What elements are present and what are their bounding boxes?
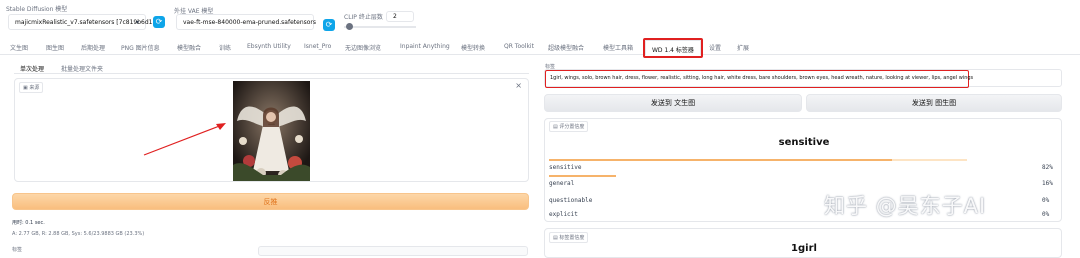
rating-bar-fill (549, 175, 616, 177)
watermark: 知乎 @吴东子AI (824, 194, 987, 218)
clip-slider-handle[interactable] (346, 23, 353, 30)
tab-extensions[interactable]: 扩展 (737, 43, 749, 52)
tags-icon: ▤ (553, 235, 558, 241)
tags-confidence-title: 1girl (791, 243, 817, 254)
send-to-txt2img-button[interactable]: 发送到 文生图 (544, 94, 802, 112)
clip-input[interactable]: 2 (386, 11, 414, 22)
vae-refresh-button[interactable]: ⟳ (323, 19, 335, 31)
tags-output[interactable]: 1girl, wings, solo, brown hair, dress, f… (544, 69, 1062, 88)
sd-model-label: Stable Diffusion 模型 (6, 6, 68, 13)
rating-bar (549, 159, 967, 161)
clip-slider[interactable] (344, 23, 416, 30)
vae-value: vae-ft-mse-840000-ema-pruned.safetensors (183, 19, 317, 26)
rating-pct: 0% (1042, 197, 1050, 204)
time-text: 用时: 0.1 sec. (12, 220, 45, 226)
tab-img2img[interactable]: 图生图 (46, 43, 64, 52)
tab-super-merge[interactable]: 超级模型融合 (548, 43, 584, 52)
vae-select[interactable]: vae-ft-mse-840000-ema-pruned.safetensors (176, 14, 317, 30)
left-subtabs: 单次处理 批量处理文件夹 (14, 62, 529, 74)
memory-text: A: 2.77 GB, R: 2.88 GB, Sys: 5.6/23.9883… (12, 231, 145, 237)
image-icon: ▣ (23, 85, 28, 91)
rating-pct: 82% (1042, 164, 1053, 171)
interrogate-button[interactable]: 反推 (12, 193, 529, 210)
chevron-down-icon: ▾ (135, 19, 139, 26)
rating-name: general (549, 180, 575, 187)
annotation-arrow-icon (143, 123, 226, 156)
tab-model-toolkit[interactable]: 模型工具箱 (603, 43, 633, 52)
tab-extras[interactable]: 后期处理 (81, 43, 105, 52)
source-image-label: ▣ 来源 (19, 82, 44, 93)
tags-confidence-chip: ▤ 标签置信度 (549, 232, 589, 243)
uploaded-image (233, 81, 310, 181)
main-tabs: 文生图 图生图 后期处理 PNG 图片信息 模型融合 训练 Ebsynth Ut… (0, 38, 1080, 58)
tab-qr-toolkit[interactable]: QR Toolkit (504, 43, 534, 50)
tab-txt2img[interactable]: 文生图 (10, 43, 28, 52)
sd-model-select[interactable]: majicmixRealistic_v7.safetensors [7c819b… (8, 14, 159, 30)
send-to-img2img-button[interactable]: 发送到 图生图 (806, 94, 1062, 112)
tags-text: 1girl, wings, solo, brown hair, dress, f… (550, 75, 974, 81)
tab-merge[interactable]: 模型融合 (177, 43, 201, 52)
rating-pct: 16% (1042, 180, 1053, 187)
rating-name: sensitive (549, 164, 582, 171)
tags-confidence-panel: ▤ 标签置信度 1girl (544, 228, 1062, 258)
rating-bar (549, 175, 967, 177)
refresh-icon: ⟳ (325, 20, 333, 29)
tab-ebsynth[interactable]: Ebsynth Utility (247, 43, 291, 50)
refresh-icon: ⟳ (155, 17, 163, 26)
clip-label: CLIP 终止层数 (344, 14, 383, 21)
rating-pct: 0% (1042, 211, 1050, 218)
tab-inpaint-anything[interactable]: Inpaint Anything (400, 43, 450, 50)
clip-value: 2 (393, 13, 397, 20)
subtab-single[interactable]: 单次处理 (20, 64, 44, 73)
rating-name: questionable (549, 197, 593, 204)
tab-image-browser[interactable]: 无边图像浏览 (345, 43, 381, 52)
sd-model-refresh-button[interactable]: ⟳ (153, 16, 165, 28)
rating-icon: ▤ (553, 124, 558, 130)
rating-chip: ▤ 评分置信度 (549, 121, 589, 132)
close-icon[interactable]: × (515, 81, 522, 90)
rating-name: explicit (549, 211, 578, 218)
tab-train[interactable]: 训练 (219, 43, 231, 52)
tab-png-info[interactable]: PNG 图片信息 (121, 43, 160, 52)
rating-bar-fill (549, 159, 892, 161)
tab-wd14-tagger[interactable]: WD 1.4 标签器 (643, 38, 703, 58)
rating-title: sensitive (778, 137, 830, 148)
tab-settings[interactable]: 设置 (709, 43, 721, 52)
tab-isnet[interactable]: Isnet_Pro (304, 43, 331, 50)
source-image-panel[interactable]: ▣ 来源 × (14, 78, 529, 182)
angel-photo (233, 81, 310, 181)
subtab-batch[interactable]: 批量处理文件夹 (61, 64, 103, 73)
cut-panel (258, 246, 528, 256)
tab-model-convert[interactable]: 模型转换 (461, 43, 485, 52)
